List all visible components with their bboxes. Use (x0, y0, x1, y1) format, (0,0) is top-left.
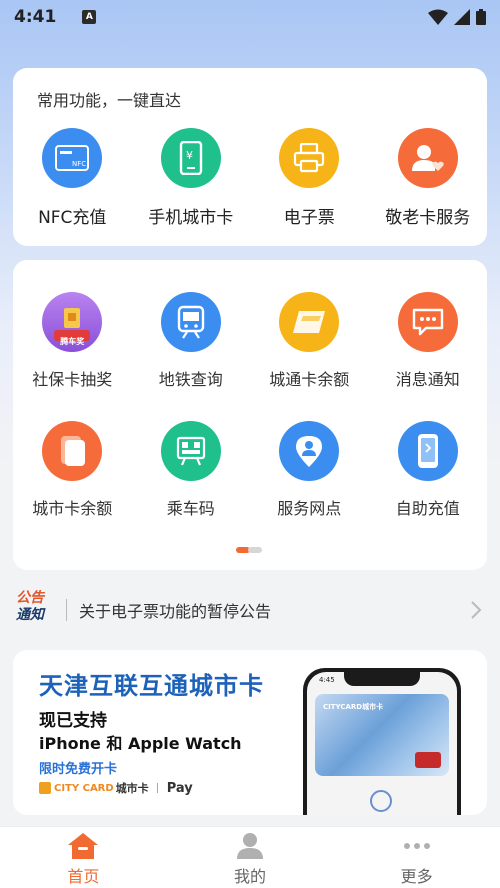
service-item-lottery[interactable]: 腾车奖 社保卡抽奖 (13, 292, 132, 390)
notice-divider (66, 599, 67, 621)
tab-home-label: 首页 (67, 867, 100, 886)
banner-line2: iPhone 和 Apple Watch (39, 734, 242, 753)
phone-wallet-card: CITYCARD城市卡 (315, 694, 449, 776)
check-icon (370, 790, 392, 812)
service-item-label: 社保卡抽奖 (32, 370, 113, 389)
quick-item-label: 手机城市卡 (148, 208, 234, 228)
banner-brand: CITY CARD 城市卡 Pay (39, 780, 193, 796)
service-item-ride-code[interactable]: 乘车码 (132, 421, 251, 519)
phone-card-title: CITYCARD城市卡 (323, 703, 384, 711)
phone-notch (344, 672, 420, 686)
page-dot (248, 547, 262, 553)
notice-bar[interactable]: 公告 通知 关于电子票功能的暂停公告 (0, 586, 500, 634)
home-icon (68, 833, 99, 859)
elder-card-icon (397, 128, 458, 188)
service-item-label: 乘车码 (166, 499, 215, 518)
service-item-city-card-balance[interactable]: 城市卡余额 (13, 421, 132, 519)
service-item-service-points[interactable]: 服务网点 (250, 421, 369, 519)
status-icons (428, 9, 486, 25)
service-item-label: 城通卡余额 (269, 370, 350, 389)
service-item-label: 服务网点 (277, 499, 342, 518)
ride-code-icon (160, 421, 221, 481)
quick-access-card: 常用功能，一键直达 NFC NFC充值 ¥ 手机城市卡 电子票 敬老卡服务 (13, 68, 487, 246)
lottery-icon: 腾车奖 (42, 292, 103, 352)
notice-logo-line2: 通知 (16, 607, 44, 623)
notification-badge-icon: A (82, 10, 97, 24)
tab-more[interactable]: 更多 (333, 827, 500, 888)
service-item-label: 自助充值 (395, 499, 460, 518)
tab-more-label: 更多 (400, 867, 433, 886)
svg-text:NFC: NFC (72, 160, 86, 168)
card-balance-icon (279, 292, 340, 352)
notice-text: 关于电子票功能的暂停公告 (79, 602, 272, 621)
brand-divider (156, 783, 158, 793)
services-card: 腾车奖 社保卡抽奖 地铁查询 城通卡余额 消息通知 城市卡余额 乘车码 服务网点… (13, 260, 487, 570)
svg-text:¥: ¥ (186, 149, 193, 162)
services-grid: 腾车奖 社保卡抽奖 地铁查询 城通卡余额 消息通知 城市卡余额 乘车码 服务网点… (13, 292, 487, 519)
quick-item-label: NFC充值 (38, 208, 107, 228)
service-item-label: 消息通知 (395, 370, 460, 389)
banner-line1: 现已支持 (39, 711, 107, 731)
service-item-card-balance[interactable]: 城通卡余额 (250, 292, 369, 390)
tab-home[interactable]: 首页 (0, 827, 167, 888)
brand-en: CITY CARD (54, 782, 114, 794)
service-item-label: 城市卡余额 (32, 499, 113, 518)
tab-mine-label: 我的 (234, 867, 267, 886)
banner-line3: 限时免费开卡 (39, 762, 118, 777)
phone-screen: 4:45 CITYCARD城市卡 (307, 672, 457, 815)
status-bar: 4:41 A (0, 0, 500, 34)
user-icon (237, 833, 263, 859)
signal-icon (454, 9, 470, 25)
quick-access-title: 常用功能，一键直达 (37, 91, 182, 110)
promo-banner[interactable]: 天津互联互通城市卡 现已支持 iPhone 和 Apple Watch 限时免费… (13, 650, 487, 815)
chevron-right-icon (471, 601, 482, 619)
service-item-messages[interactable]: 消息通知 (369, 292, 488, 390)
card-badge-icon (415, 752, 441, 768)
notice-logo: 公告 通知 (16, 590, 52, 630)
service-item-label: 地铁查询 (158, 370, 223, 389)
quick-access-row: NFC NFC充值 ¥ 手机城市卡 电子票 敬老卡服务 (13, 128, 487, 228)
bottom-tab-bar: 首页 我的 更多 (0, 826, 500, 888)
message-icon (397, 292, 458, 352)
quick-item-phone-city-card[interactable]: ¥ 手机城市卡 (132, 128, 251, 228)
battery-icon (476, 9, 486, 25)
phone-mockup: 4:45 CITYCARD城市卡 (303, 668, 461, 815)
metro-icon (160, 292, 221, 352)
wifi-icon (428, 9, 448, 25)
quick-item-e-ticket[interactable]: 电子票 (250, 128, 369, 228)
city-card-logo-icon (39, 782, 51, 794)
service-item-self-recharge[interactable]: 自助充值 (369, 421, 488, 519)
nfc-card-icon: NFC (42, 128, 103, 188)
apple-pay-text: Pay (166, 780, 193, 796)
phone-card-icon: ¥ (160, 128, 221, 188)
quick-item-label: 敬老卡服务 (385, 208, 471, 228)
status-time: 4:41 (14, 7, 57, 27)
tab-mine[interactable]: 我的 (167, 827, 334, 888)
city-card-icon (42, 421, 103, 481)
location-icon (279, 421, 340, 481)
notice-logo-line1: 公告 (16, 590, 44, 606)
brand-cn: 城市卡 (115, 782, 149, 795)
page-indicator[interactable] (236, 547, 262, 553)
quick-item-elder-card[interactable]: 敬老卡服务 (369, 128, 488, 228)
lottery-badge: 腾车奖 (60, 336, 85, 346)
phone-recharge-icon (397, 421, 458, 481)
phone-time: 4:45 (319, 676, 335, 684)
banner-title: 天津互联互通城市卡 (39, 672, 264, 700)
quick-item-nfc-recharge[interactable]: NFC NFC充值 (13, 128, 132, 228)
quick-item-label: 电子票 (283, 208, 335, 228)
service-item-metro[interactable]: 地铁查询 (132, 292, 251, 390)
printer-icon (279, 128, 340, 188)
more-icon (403, 843, 430, 849)
